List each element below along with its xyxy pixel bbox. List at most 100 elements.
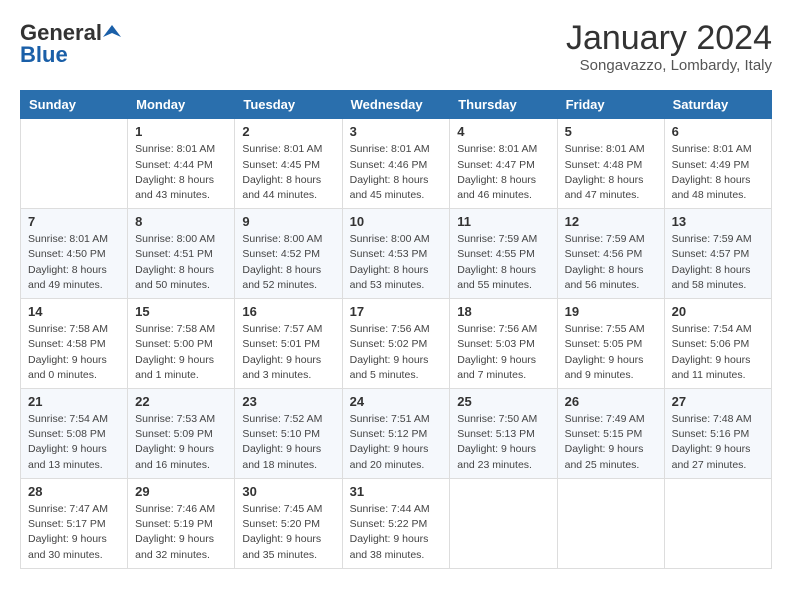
day-info: Sunrise: 7:51 AM Sunset: 5:12 PM Dayligh… [350, 412, 443, 473]
day-number: 3 [350, 124, 443, 139]
day-number: 11 [457, 214, 549, 229]
day-number: 12 [565, 214, 657, 229]
month-title: January 2024 [566, 20, 772, 57]
day-number: 22 [135, 394, 227, 409]
day-info: Sunrise: 7:48 AM Sunset: 5:16 PM Dayligh… [672, 412, 764, 473]
column-header-tuesday: Tuesday [235, 91, 342, 119]
day-info: Sunrise: 7:45 AM Sunset: 5:20 PM Dayligh… [242, 502, 334, 563]
day-cell: 12 Sunrise: 7:59 AM Sunset: 4:56 PM Dayli… [557, 209, 664, 299]
day-cell: 27 Sunrise: 7:48 AM Sunset: 5:16 PM Dayli… [664, 389, 771, 479]
week-row-5: 28 Sunrise: 7:47 AM Sunset: 5:17 PM Dayli… [21, 478, 772, 568]
title-block: January 2024 Songavazzo, Lombardy, Italy [566, 20, 772, 74]
day-number: 5 [565, 124, 657, 139]
column-header-saturday: Saturday [664, 91, 771, 119]
day-cell: 25 Sunrise: 7:50 AM Sunset: 5:13 PM Dayli… [450, 389, 557, 479]
day-number: 8 [135, 214, 227, 229]
calendar-header: SundayMondayTuesdayWednesdayThursdayFrid… [21, 91, 772, 119]
day-number: 30 [242, 484, 334, 499]
day-number: 28 [28, 484, 120, 499]
day-cell: 15 Sunrise: 7:58 AM Sunset: 5:00 PM Dayli… [128, 299, 235, 389]
day-cell: 4 Sunrise: 8:01 AM Sunset: 4:47 PM Daylig… [450, 119, 557, 209]
day-cell [21, 119, 128, 209]
day-number: 16 [242, 304, 334, 319]
day-cell: 28 Sunrise: 7:47 AM Sunset: 5:17 PM Dayli… [21, 478, 128, 568]
logo-bird-icon [103, 23, 121, 41]
day-cell: 14Sunrise: 7:58 AM Sunset: 4:58 PM Dayli… [21, 299, 128, 389]
day-number: 27 [672, 394, 764, 409]
day-info: Sunrise: 7:59 AM Sunset: 4:55 PM Dayligh… [457, 232, 549, 293]
day-cell: 13 Sunrise: 7:59 AM Sunset: 4:57 PM Dayli… [664, 209, 771, 299]
day-number: 10 [350, 214, 443, 229]
day-info: Sunrise: 8:01 AM Sunset: 4:46 PM Dayligh… [350, 142, 443, 203]
day-info: Sunrise: 7:56 AM Sunset: 5:03 PM Dayligh… [457, 322, 549, 383]
day-number: 17 [350, 304, 443, 319]
day-info: Sunrise: 8:00 AM Sunset: 4:51 PM Dayligh… [135, 232, 227, 293]
day-cell: 29Sunrise: 7:46 AM Sunset: 5:19 PM Dayli… [128, 478, 235, 568]
day-info: Sunrise: 7:59 AM Sunset: 4:56 PM Dayligh… [565, 232, 657, 293]
day-info: Sunrise: 7:52 AM Sunset: 5:10 PM Dayligh… [242, 412, 334, 473]
day-cell [557, 478, 664, 568]
day-cell: 7Sunrise: 8:01 AM Sunset: 4:50 PM Daylig… [21, 209, 128, 299]
day-info: Sunrise: 8:01 AM Sunset: 4:47 PM Dayligh… [457, 142, 549, 203]
day-number: 4 [457, 124, 549, 139]
day-info: Sunrise: 7:59 AM Sunset: 4:57 PM Dayligh… [672, 232, 764, 293]
day-cell: 11 Sunrise: 7:59 AM Sunset: 4:55 PM Dayli… [450, 209, 557, 299]
column-header-friday: Friday [557, 91, 664, 119]
day-info: Sunrise: 7:58 AM Sunset: 5:00 PM Dayligh… [135, 322, 227, 383]
day-number: 7 [28, 214, 120, 229]
day-cell [664, 478, 771, 568]
day-number: 25 [457, 394, 549, 409]
day-info: Sunrise: 7:47 AM Sunset: 5:17 PM Dayligh… [28, 502, 120, 563]
day-number: 21 [28, 394, 120, 409]
day-number: 2 [242, 124, 334, 139]
calendar-body: 1 Sunrise: 8:01 AM Sunset: 4:44 PM Daylig… [21, 119, 772, 568]
day-number: 6 [672, 124, 764, 139]
column-header-thursday: Thursday [450, 91, 557, 119]
day-cell: 24 Sunrise: 7:51 AM Sunset: 5:12 PM Dayli… [342, 389, 450, 479]
location-subtitle: Songavazzo, Lombardy, Italy [566, 57, 772, 74]
week-row-1: 1 Sunrise: 8:01 AM Sunset: 4:44 PM Daylig… [21, 119, 772, 209]
day-number: 23 [242, 394, 334, 409]
day-number: 15 [135, 304, 227, 319]
day-number: 26 [565, 394, 657, 409]
day-cell: 19 Sunrise: 7:55 AM Sunset: 5:05 PM Dayli… [557, 299, 664, 389]
day-cell: 22Sunrise: 7:53 AM Sunset: 5:09 PM Dayli… [128, 389, 235, 479]
day-number: 1 [135, 124, 227, 139]
day-cell: 2 Sunrise: 8:01 AM Sunset: 4:45 PM Daylig… [235, 119, 342, 209]
page-header: General Blue January 2024 Songavazzo, Lo… [20, 20, 772, 74]
day-info: Sunrise: 7:56 AM Sunset: 5:02 PM Dayligh… [350, 322, 443, 383]
day-info: Sunrise: 7:57 AM Sunset: 5:01 PM Dayligh… [242, 322, 334, 383]
day-info: Sunrise: 7:49 AM Sunset: 5:15 PM Dayligh… [565, 412, 657, 473]
day-cell: 6Sunrise: 8:01 AM Sunset: 4:49 PM Daylig… [664, 119, 771, 209]
day-info: Sunrise: 8:01 AM Sunset: 4:48 PM Dayligh… [565, 142, 657, 203]
logo: General Blue [20, 20, 121, 68]
day-info: Sunrise: 7:55 AM Sunset: 5:05 PM Dayligh… [565, 322, 657, 383]
day-number: 20 [672, 304, 764, 319]
day-cell: 23 Sunrise: 7:52 AM Sunset: 5:10 PM Dayli… [235, 389, 342, 479]
day-number: 13 [672, 214, 764, 229]
day-number: 31 [350, 484, 443, 499]
day-info: Sunrise: 8:01 AM Sunset: 4:44 PM Dayligh… [135, 142, 227, 203]
day-cell: 21 Sunrise: 7:54 AM Sunset: 5:08 PM Dayli… [21, 389, 128, 479]
week-row-4: 21 Sunrise: 7:54 AM Sunset: 5:08 PM Dayli… [21, 389, 772, 479]
week-row-2: 7Sunrise: 8:01 AM Sunset: 4:50 PM Daylig… [21, 209, 772, 299]
day-number: 19 [565, 304, 657, 319]
day-cell: 26 Sunrise: 7:49 AM Sunset: 5:15 PM Dayli… [557, 389, 664, 479]
day-info: Sunrise: 8:01 AM Sunset: 4:45 PM Dayligh… [242, 142, 334, 203]
day-info: Sunrise: 7:54 AM Sunset: 5:06 PM Dayligh… [672, 322, 764, 383]
day-info: Sunrise: 7:44 AM Sunset: 5:22 PM Dayligh… [350, 502, 443, 563]
day-info: Sunrise: 7:50 AM Sunset: 5:13 PM Dayligh… [457, 412, 549, 473]
day-info: Sunrise: 7:54 AM Sunset: 5:08 PM Dayligh… [28, 412, 120, 473]
day-cell: 9Sunrise: 8:00 AM Sunset: 4:52 PM Daylig… [235, 209, 342, 299]
day-number: 24 [350, 394, 443, 409]
day-cell [450, 478, 557, 568]
day-cell: 10Sunrise: 8:00 AM Sunset: 4:53 PM Dayli… [342, 209, 450, 299]
day-cell: 16 Sunrise: 7:57 AM Sunset: 5:01 PM Dayli… [235, 299, 342, 389]
day-cell: 5 Sunrise: 8:01 AM Sunset: 4:48 PM Daylig… [557, 119, 664, 209]
day-info: Sunrise: 7:46 AM Sunset: 5:19 PM Dayligh… [135, 502, 227, 563]
day-cell: 3 Sunrise: 8:01 AM Sunset: 4:46 PM Daylig… [342, 119, 450, 209]
day-cell: 30 Sunrise: 7:45 AM Sunset: 5:20 PM Dayli… [235, 478, 342, 568]
day-number: 9 [242, 214, 334, 229]
column-header-sunday: Sunday [21, 91, 128, 119]
header-row: SundayMondayTuesdayWednesdayThursdayFrid… [21, 91, 772, 119]
